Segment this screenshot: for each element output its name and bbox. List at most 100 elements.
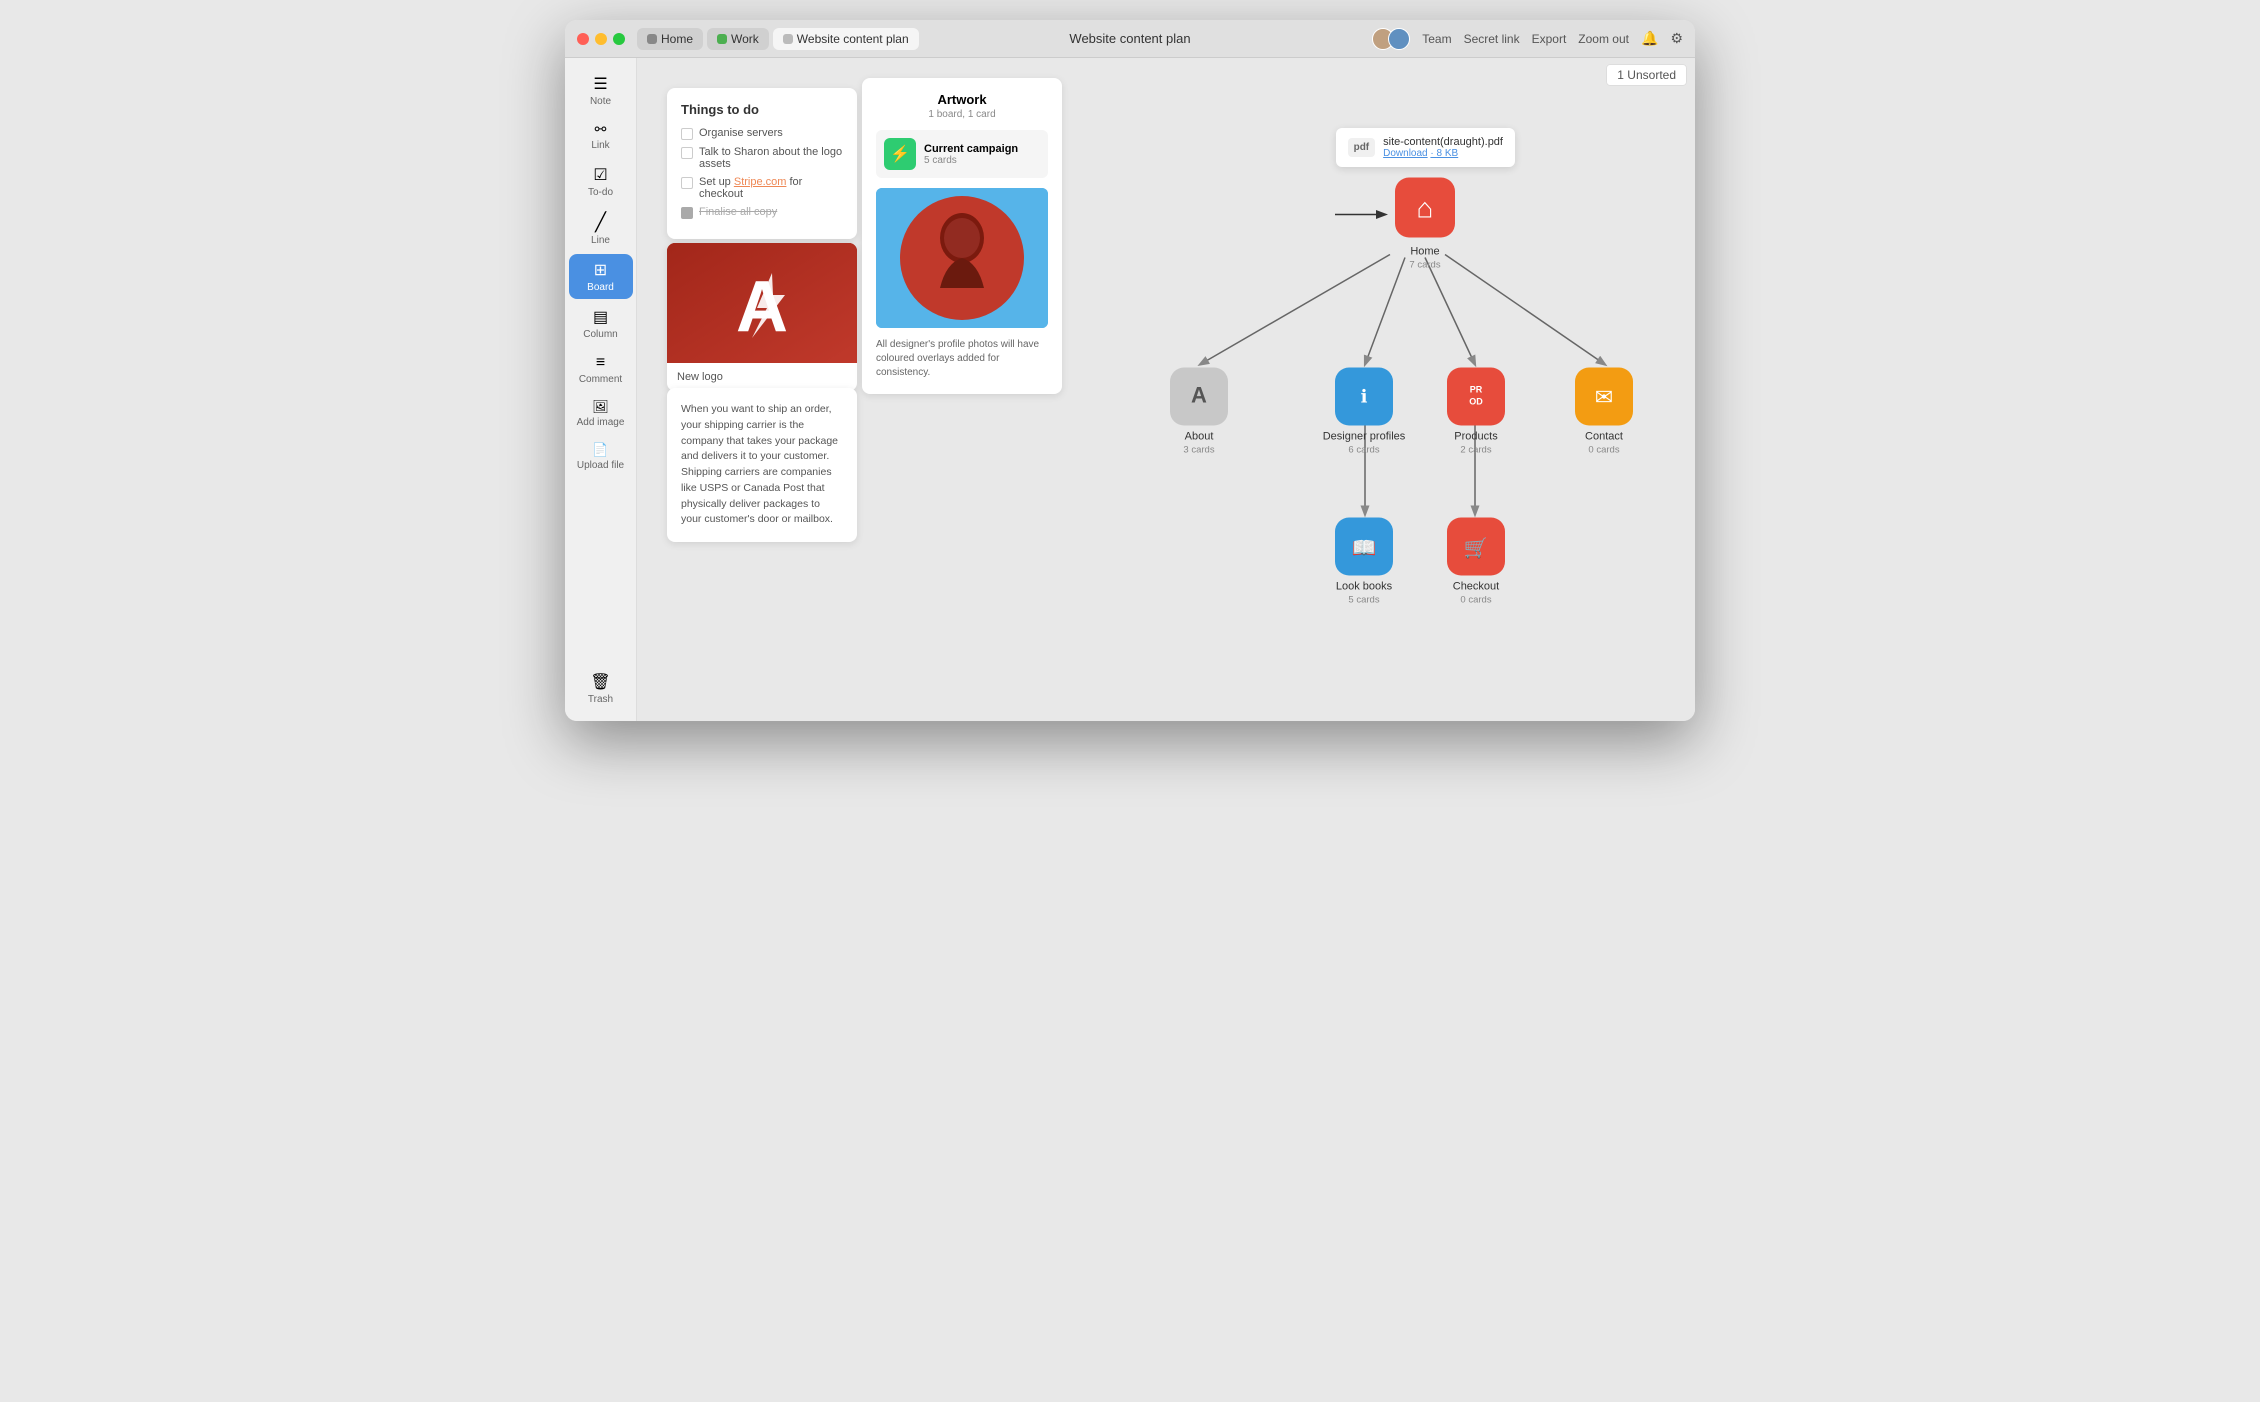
sidebar-bottom: 🗑 Trash [569,666,633,711]
notifications-button[interactable]: 🔔 [1641,30,1658,47]
sidebar-item-comment[interactable]: ≡ Comment [569,348,633,391]
todo-item-2: Talk to Sharon about the logo assets [681,146,843,170]
tab-home-label: Home [661,32,693,46]
checkout-node-label: Checkout [1453,581,1499,593]
todo-card: Things to do Organise servers Talk to Sh… [667,88,857,239]
export-button[interactable]: Export [1532,32,1567,46]
comment-icon: ≡ [596,354,605,372]
sidebar-item-upload[interactable]: 📄 Upload file [569,436,633,477]
line-icon: ╱ [595,212,606,233]
settings-button[interactable]: ⚙ [1670,30,1683,47]
lookbooks-node-label: Look books [1336,581,1393,593]
team-button[interactable]: Team [1422,32,1451,46]
contact-node-sub: 0 cards [1588,445,1619,456]
avatar-2 [1388,28,1410,50]
trash-icon: 🗑 [590,672,610,692]
mindmap-svg: ⌂ Home 7 cards A About 3 cards ℹ Designe… [1005,58,1695,721]
text-card: When you want to ship an order, your shi… [667,388,857,542]
todo-icon: ☑ [593,165,607,185]
tab-work-dot [717,34,727,44]
add-image-icon: 🖼 [592,399,609,415]
column-icon: ▤ [593,307,608,327]
todo-text-1: Organise servers [699,127,783,139]
home-to-contact-arrow [1445,255,1605,365]
sidebar-board-label: Board [587,282,614,293]
minimize-button[interactable] [595,33,607,45]
todo-card-title: Things to do [681,102,843,117]
products-node-sub: 2 cards [1460,445,1491,456]
logo-svg: A [667,243,857,363]
text-card-content: When you want to ship an order, your shi… [681,402,843,528]
products-node-icon2: OD [1469,397,1483,407]
sidebar-link-label: Link [591,140,609,151]
sidebar: ☰ Note ⚯ Link ☑ To-do ╱ Line ⊞ Board ▤ C… [565,58,637,721]
zoom-out-button[interactable]: Zoom out [1578,32,1629,46]
home-to-designer-arrow [1365,258,1405,365]
todo-item-3: Set up Stripe.com for checkout [681,176,843,200]
checkbox-3[interactable] [681,177,693,189]
window-title: Website content plan [1069,31,1190,46]
contact-node-label: Contact [1585,431,1623,443]
sidebar-item-link[interactable]: ⚯ Link [569,115,633,157]
stripe-link[interactable]: Stripe.com [734,176,787,188]
todo-text-3: Set up Stripe.com for checkout [699,176,843,200]
secret-link-button[interactable]: Secret link [1464,32,1520,46]
home-node-sub: 7 cards [1409,260,1440,271]
tab-home-dot [647,34,657,44]
lookbooks-node-sub: 5 cards [1348,595,1379,606]
sidebar-column-label: Column [583,329,617,340]
checkbox-2[interactable] [681,147,693,159]
about-node-sub: 3 cards [1183,445,1214,456]
canvas: 1 Unsorted Things to do Organise servers… [637,58,1695,721]
board-icon: ⊞ [594,260,607,280]
checkbox-1[interactable] [681,128,693,140]
todo-text-4: Finalise all copy [699,206,777,218]
todo-item-1: Organise servers [681,127,843,140]
sidebar-item-todo[interactable]: ☑ To-do [569,159,633,204]
upload-icon: 📄 [592,442,608,458]
tab-work[interactable]: Work [707,28,769,50]
campaign-icon: ⚡ [884,138,916,170]
sidebar-item-board[interactable]: ⊞ Board [569,254,633,299]
todo-item-4: Finalise all copy [681,206,843,219]
sidebar-note-label: Note [590,96,611,107]
checkout-node-sub: 0 cards [1460,595,1491,606]
sidebar-upload-label: Upload file [577,460,624,471]
tab-site-dot [783,34,793,44]
mindmap: ⌂ Home 7 cards A About 3 cards ℹ Designe… [1005,58,1695,721]
home-to-products-arrow [1425,258,1475,365]
sidebar-item-trash[interactable]: 🗑 Trash [569,666,633,711]
designer-node-sub: 6 cards [1348,445,1379,456]
app-window: Home Work Website content plan Website c… [565,20,1695,721]
titlebar: Home Work Website content plan Website c… [565,20,1695,58]
about-node-label: About [1185,431,1214,443]
tab-site[interactable]: Website content plan [773,28,919,50]
tab-site-label: Website content plan [797,32,909,46]
note-icon: ☰ [593,74,607,94]
unsorted-badge[interactable]: 1 Unsorted [1606,64,1687,86]
checkbox-4[interactable] [681,207,693,219]
designer-node-icon: ℹ [1361,387,1368,407]
tab-home[interactable]: Home [637,28,703,50]
maximize-button[interactable] [613,33,625,45]
products-node-label: Products [1454,431,1498,443]
home-node-label: Home [1410,246,1439,258]
logo-image: A [667,243,857,363]
sidebar-trash-label: Trash [588,694,613,705]
sidebar-item-column[interactable]: ▤ Column [569,301,633,346]
home-to-about-arrow [1200,255,1390,365]
sidebar-line-label: Line [591,235,610,246]
close-button[interactable] [577,33,589,45]
image-card: A New logo [667,243,857,391]
sidebar-item-line[interactable]: ╱ Line [569,206,633,252]
lookbooks-node-icon: 📖 [1352,538,1377,560]
sidebar-item-note[interactable]: ☰ Note [569,68,633,113]
designer-node-label: Designer profiles [1323,431,1406,443]
todo-text-2: Talk to Sharon about the logo assets [699,146,843,170]
home-node-icon: ⌂ [1417,193,1434,224]
contact-node-icon: ✉ [1595,385,1613,410]
link-icon: ⚯ [595,121,607,138]
sidebar-comment-label: Comment [579,374,622,385]
traffic-lights [577,33,625,45]
sidebar-item-add-image[interactable]: 🖼 Add image [569,393,633,434]
